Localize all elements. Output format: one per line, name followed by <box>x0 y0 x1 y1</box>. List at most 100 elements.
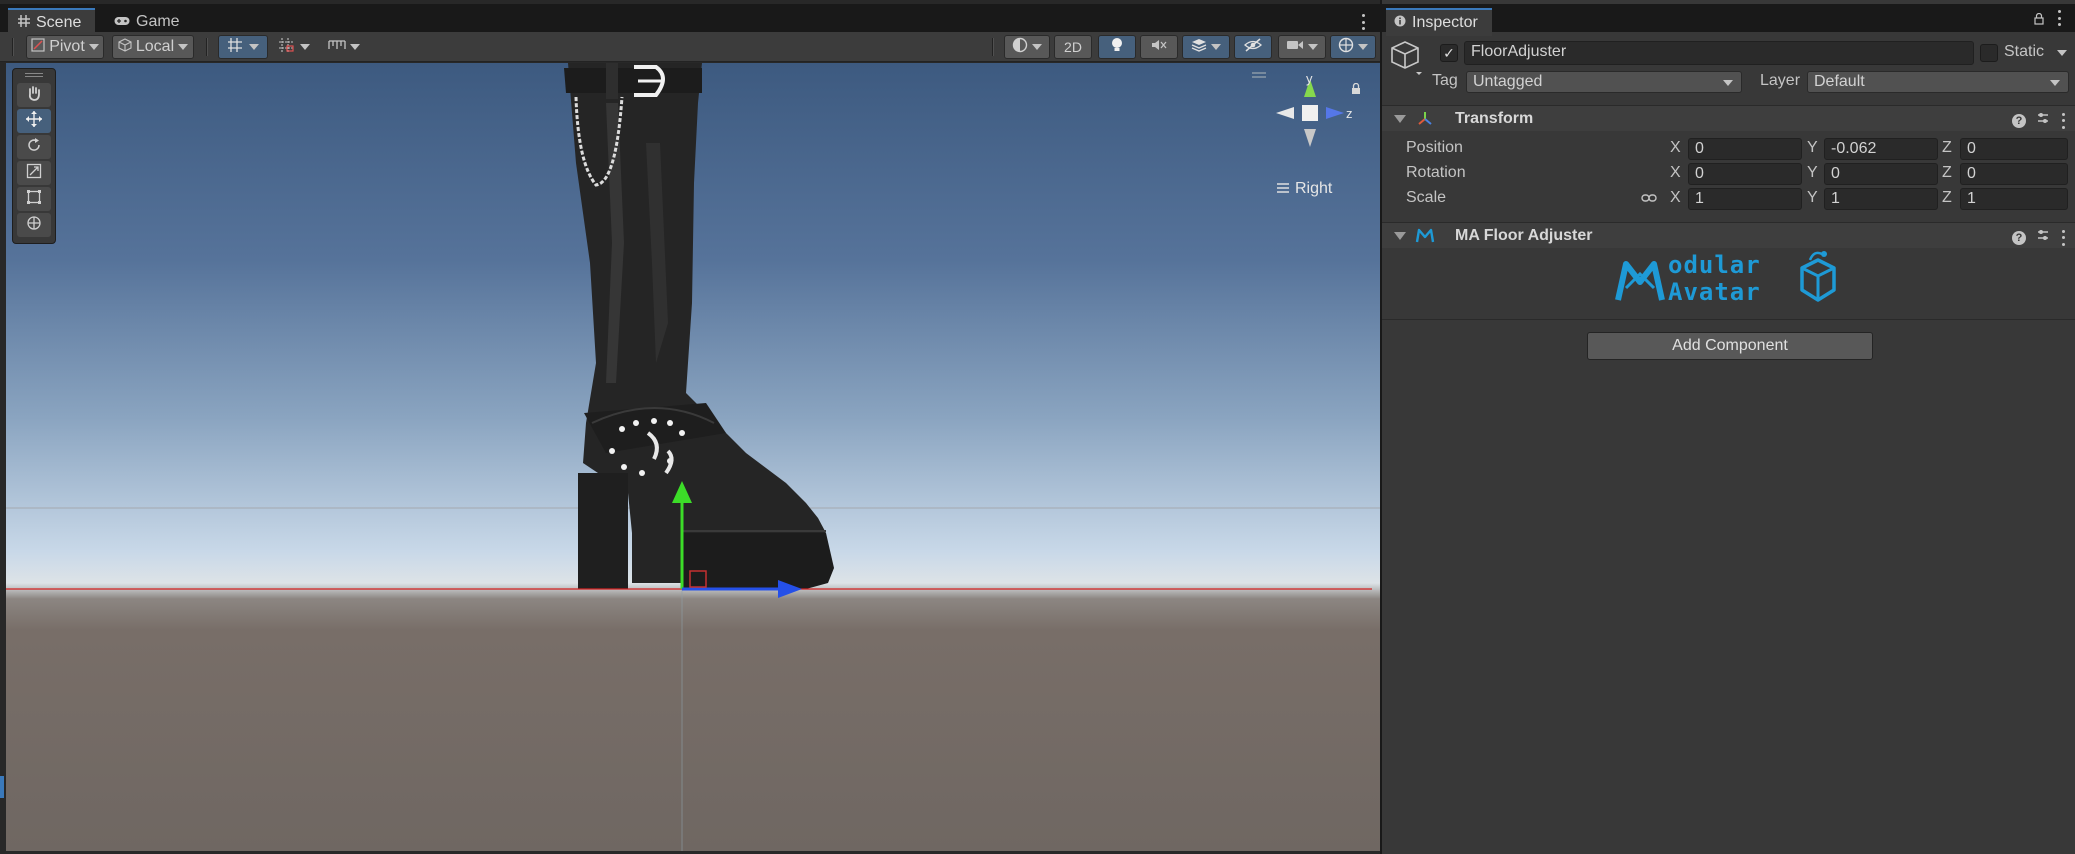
scale-x-field[interactable]: 1 <box>1688 188 1802 210</box>
hand-icon <box>26 85 42 106</box>
help-icon[interactable]: ? <box>2012 230 2026 245</box>
shading-mode-dropdown[interactable] <box>1004 35 1050 59</box>
layer-dropdown[interactable]: Default <box>1807 71 2069 93</box>
scale-label: Scale <box>1406 189 1447 206</box>
position-y-label: Y <box>1807 139 1818 156</box>
static-dropdown-icon[interactable] <box>2057 50 2067 56</box>
view-label[interactable]: Right <box>1277 180 1332 198</box>
position-y-field[interactable]: -0.062 <box>1824 138 1938 160</box>
object-name-field[interactable]: FloorAdjuster <box>1464 41 1974 65</box>
view-tool-button[interactable] <box>17 83 51 107</box>
camera-dropdown[interactable] <box>1278 35 1326 59</box>
gizmo-y-label: y <box>1306 75 1313 86</box>
tools-palette <box>12 68 56 244</box>
chevron-down-icon <box>249 44 259 50</box>
scene-menu-icon[interactable] <box>1360 14 1366 30</box>
light-bulb-icon <box>1111 37 1123 58</box>
inspector-lock-icon[interactable] <box>2034 12 2044 30</box>
gizmos-dropdown[interactable] <box>1330 35 1376 59</box>
grid-snap-icon <box>227 37 245 58</box>
transform-axes-icon <box>1416 110 1434 133</box>
increment-snap-button[interactable] <box>270 35 318 59</box>
inspector-menu-icon[interactable] <box>2056 10 2062 26</box>
floor-adjuster-header[interactable]: MA Floor Adjuster ? <box>1382 222 2075 248</box>
chevron-down-icon <box>1211 44 1221 50</box>
constrain-proportions-link-icon[interactable] <box>1641 191 1657 209</box>
eye-slash-icon <box>1244 37 1262 57</box>
view-label-text: Right <box>1295 180 1333 197</box>
local-label: Local <box>135 38 175 55</box>
chevron-down-icon <box>178 44 189 50</box>
scene-viewport[interactable]: y z <box>6 63 1380 851</box>
rect-transform-icon <box>26 189 42 210</box>
align-button[interactable] <box>320 35 368 59</box>
static-checkbox[interactable] <box>1980 44 1998 62</box>
scale-z-field[interactable]: 1 <box>1960 188 2068 210</box>
layers-icon <box>1191 38 1207 57</box>
position-label: Position <box>1406 139 1463 156</box>
layer-value: Default <box>1814 73 1865 90</box>
rotation-y-label: Y <box>1807 164 1818 181</box>
audio-mute-icon <box>1151 38 1167 57</box>
shading-sphere-icon <box>1012 37 1028 58</box>
menu-lines-icon <box>1277 180 1289 198</box>
scale-x-label: X <box>1670 189 1681 206</box>
chevron-down-icon <box>350 44 360 50</box>
position-z-field[interactable]: 0 <box>1960 138 2068 160</box>
preset-icon[interactable] <box>2036 228 2050 247</box>
rotation-z-field[interactable]: 0 <box>1960 163 2068 185</box>
rotate-icon <box>26 137 42 158</box>
gameobject-cube-icon <box>1390 40 1424 81</box>
chevron-down-icon <box>300 44 310 50</box>
tab-inspector[interactable]: Inspector <box>1386 8 1492 36</box>
component-divider <box>1382 319 2075 320</box>
increment-snap-icon <box>278 37 296 58</box>
active-checkbox[interactable]: ✓ <box>1440 44 1458 62</box>
chevron-down-icon <box>88 44 99 50</box>
inspector-window: Inspector ✓ FloorAdjuster Static Tag Unt… <box>1381 0 2075 854</box>
pivot-icon <box>31 37 45 57</box>
tab-inspector-label: Inspector <box>1412 14 1478 31</box>
move-tool-button[interactable] <box>17 109 51 133</box>
logo-text-line2: Avatar <box>1668 278 1761 306</box>
chevron-down-icon <box>1308 44 1318 50</box>
help-icon[interactable]: ? <box>2012 113 2026 128</box>
tag-dropdown[interactable]: Untagged <box>1466 71 1742 93</box>
hidden-objects-toggle[interactable] <box>1234 35 1272 59</box>
2d-label: 2D <box>1064 39 1082 55</box>
foldout-arrow-icon[interactable] <box>1394 232 1406 240</box>
position-x-field[interactable]: 0 <box>1688 138 1802 160</box>
transform-header[interactable]: Transform ? <box>1382 105 2075 131</box>
rotate-tool-button[interactable] <box>17 135 51 159</box>
pivot-label: Pivot <box>49 38 85 55</box>
orientation-gizmo[interactable]: y z <box>1268 75 1352 163</box>
grid-snap-button[interactable] <box>218 35 268 59</box>
rotation-x-field[interactable]: 0 <box>1688 163 1802 185</box>
chevron-down-icon <box>1358 44 1368 50</box>
add-component-button[interactable]: Add Component <box>1587 332 1873 360</box>
lighting-toggle-button[interactable] <box>1098 35 1136 59</box>
scale-tool-button[interactable] <box>17 161 51 185</box>
tools-drag-handle[interactable] <box>25 73 43 77</box>
logo-text-line1: odular <box>1668 251 1761 279</box>
audio-toggle-button[interactable] <box>1140 35 1178 59</box>
cube-icon <box>118 37 132 57</box>
rect-tool-button[interactable] <box>17 187 51 211</box>
effects-dropdown[interactable] <box>1182 35 1230 59</box>
ruler-icon <box>328 38 346 57</box>
2d-toggle-button[interactable]: 2D <box>1054 35 1092 59</box>
transform-tool-button[interactable] <box>17 213 51 237</box>
component-menu-icon[interactable] <box>2060 229 2066 246</box>
scale-y-field[interactable]: 1 <box>1824 188 1938 210</box>
rotation-label: Rotation <box>1406 164 1466 181</box>
modular-avatar-icon <box>1415 228 1435 249</box>
preset-icon[interactable] <box>2036 111 2050 130</box>
pivot-dropdown[interactable]: Pivot <box>26 35 104 59</box>
local-dropdown[interactable]: Local <box>112 35 194 59</box>
move-arrows-icon <box>25 110 43 133</box>
foldout-arrow-icon[interactable] <box>1394 115 1406 123</box>
boot-model <box>564 63 834 589</box>
rotation-y-field[interactable]: 0 <box>1824 163 1938 185</box>
tag-label: Tag <box>1432 72 1458 89</box>
component-menu-icon[interactable] <box>2060 112 2066 129</box>
